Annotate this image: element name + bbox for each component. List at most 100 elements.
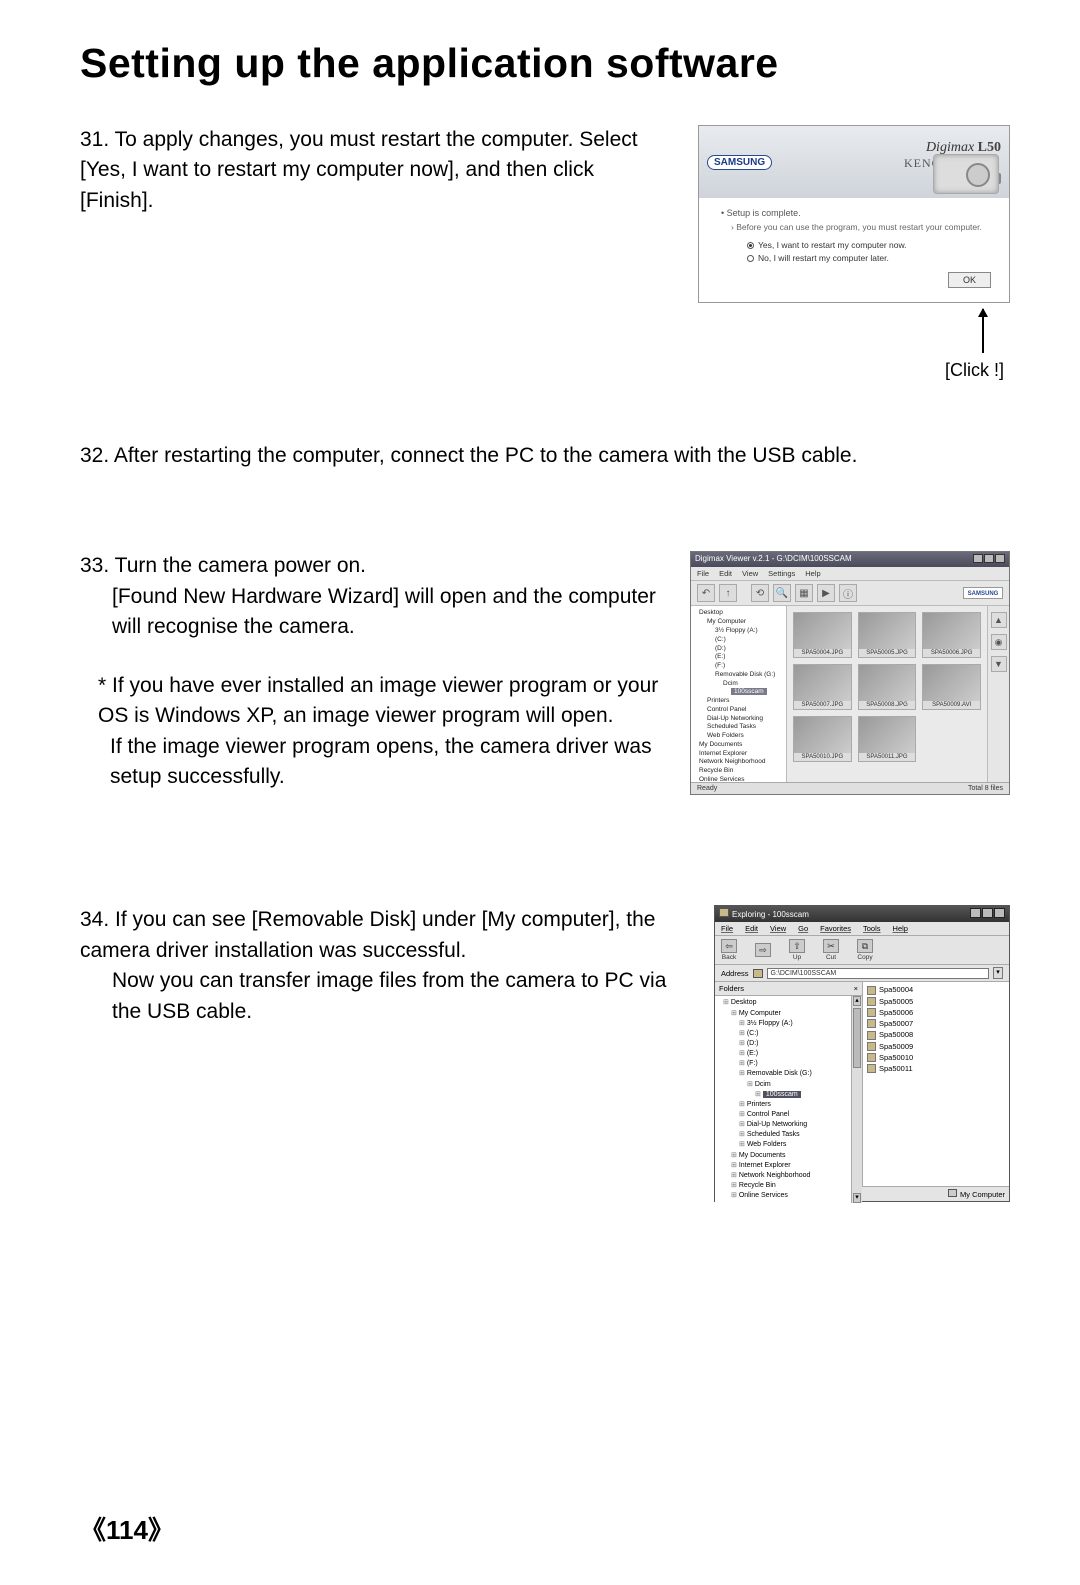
tree-node[interactable]: ⊞ Scheduled Tasks [717, 1130, 849, 1140]
tree-node[interactable]: ⊞ (F:) [717, 1059, 849, 1069]
tree-node[interactable]: Control Panel [693, 706, 784, 715]
tool-grid-icon[interactable]: ▦ [795, 584, 813, 602]
tool-slide-icon[interactable]: ▶ [817, 584, 835, 602]
viewer-toolbar[interactable]: ↶ ↑ ⟲ 🔍 ▦ ▶ ⓘ SAMSUNG [691, 580, 1009, 606]
menu-item[interactable]: Favorites [820, 924, 851, 933]
close-panel-icon[interactable]: × [854, 984, 858, 993]
tree-node[interactable]: (F:) [693, 662, 784, 671]
viewer-thumbnails[interactable]: SPA50004.JPGSPA50005.JPGSPA50006.JPGSPA5… [787, 606, 987, 782]
tree-node[interactable]: Recycle Bin [693, 767, 784, 776]
thumbnail[interactable]: SPA50006.JPG [922, 612, 981, 658]
thumbnail[interactable]: SPA50008.JPG [858, 664, 917, 710]
tree-node[interactable]: ⊞ Desktop [717, 998, 849, 1008]
explorer-toolbar[interactable]: ⇦Back ⇨ ⇧Up ✂Cut ⧉Copy [715, 935, 1009, 965]
tree-node[interactable]: ⊞ (D:) [717, 1039, 849, 1049]
thumbnail[interactable]: SPA50007.JPG [793, 664, 852, 710]
menu-item[interactable]: View [742, 569, 758, 578]
toolbar-button[interactable]: ✂Cut [823, 939, 839, 961]
thumbnail[interactable]: SPA50004.JPG [793, 612, 852, 658]
window-controls[interactable] [972, 554, 1005, 565]
side-up-icon[interactable]: ▲ [991, 612, 1007, 628]
tree-node[interactable]: ⊞ (C:) [717, 1029, 849, 1039]
tree-node[interactable]: ⊞ My Documents [717, 1151, 849, 1161]
menu-item[interactable]: File [697, 569, 709, 578]
tree-node[interactable]: (E:) [693, 653, 784, 662]
file-item[interactable]: Spa50004 [867, 984, 1005, 995]
tree-node[interactable]: (C:) [693, 636, 784, 645]
side-select-icon[interactable]: ◉ [991, 634, 1007, 650]
toolbar-button[interactable]: ⧉Copy [857, 939, 873, 961]
tree-node[interactable]: ⊞ Internet Explorer [717, 1161, 849, 1171]
tree-node[interactable]: ⊞ Network Neighborhood [717, 1171, 849, 1181]
menu-item[interactable]: Help [805, 569, 820, 578]
tool-back-icon[interactable]: ↶ [697, 584, 715, 602]
thumbnail[interactable]: SPA50009.AVI [922, 664, 981, 710]
thumbnail[interactable]: SPA50011.JPG [858, 716, 917, 762]
tree-node[interactable]: Printers [693, 697, 784, 706]
tree-node[interactable]: My Documents [693, 741, 784, 750]
tool-info-icon[interactable]: ⓘ [839, 584, 857, 602]
radio-restart-later[interactable]: No, I will restart my computer later. [747, 253, 991, 263]
address-dropdown-icon[interactable]: ▾ [993, 967, 1003, 979]
explorer-folder-tree[interactable]: ⊞ Desktop⊞ My Computer⊞ 3½ Floppy (A:)⊞ … [715, 996, 851, 1203]
menu-item[interactable]: Help [893, 924, 908, 933]
tree-node[interactable]: ⊞ Recycle Bin [717, 1181, 849, 1191]
menu-item[interactable]: Edit [745, 924, 758, 933]
menu-item[interactable]: Go [798, 924, 808, 933]
address-field[interactable]: G:\DCIM\100SSCAM [767, 968, 989, 979]
tree-node[interactable]: ⊞ Control Panel [717, 1110, 849, 1120]
tree-node[interactable]: ⊞ Web Folders [717, 1140, 849, 1150]
file-item[interactable]: Spa50009 [867, 1041, 1005, 1052]
menu-item[interactable]: Settings [768, 569, 795, 578]
tree-node[interactable]: Dial-Up Networking [693, 715, 784, 724]
tree-node[interactable]: Dcim [693, 680, 784, 689]
tool-zoom-icon[interactable]: 🔍 [773, 584, 791, 602]
thumbnail[interactable]: SPA50010.JPG [793, 716, 852, 762]
tree-node[interactable]: 100sscam [693, 688, 784, 697]
viewer-side-toolbar[interactable]: ▲ ◉ ▼ [987, 606, 1009, 782]
ok-button[interactable]: OK [948, 272, 991, 288]
tool-rotate-icon[interactable]: ⟲ [751, 584, 769, 602]
tree-node[interactable]: Internet Explorer [693, 750, 784, 759]
tree-node[interactable]: Removable Disk (G:) [693, 671, 784, 680]
tree-node[interactable]: Online Services [693, 776, 784, 782]
toolbar-button[interactable]: ⇦Back [721, 939, 737, 961]
viewer-menubar[interactable]: File Edit View Settings Help [691, 567, 1009, 580]
tree-node[interactable]: (D:) [693, 645, 784, 654]
tree-node[interactable]: ⊞ (E:) [717, 1049, 849, 1059]
explorer-address-bar[interactable]: Address G:\DCIM\100SSCAM ▾ [715, 965, 1009, 982]
file-item[interactable]: Spa50007 [867, 1018, 1005, 1029]
toolbar-button[interactable]: ⇨ [755, 943, 771, 958]
tree-node[interactable]: ⊞ My Computer [717, 1009, 849, 1019]
side-down-icon[interactable]: ▼ [991, 656, 1007, 672]
menu-item[interactable]: Tools [863, 924, 881, 933]
tree-scrollbar[interactable]: ▴▾ [851, 996, 862, 1203]
file-item[interactable]: Spa50008 [867, 1029, 1005, 1040]
tree-node[interactable]: ⊞ Printers [717, 1100, 849, 1110]
menu-item[interactable]: View [770, 924, 786, 933]
viewer-folder-tree[interactable]: DesktopMy Computer3½ Floppy (A:)(C:)(D:)… [691, 606, 787, 782]
tree-node[interactable]: ⊞ Dcim [717, 1080, 849, 1090]
tool-up-icon[interactable]: ↑ [719, 584, 737, 602]
tree-node[interactable]: Desktop [693, 609, 784, 618]
tree-node[interactable]: ⊞ 3½ Floppy (A:) [717, 1019, 849, 1029]
radio-restart-now[interactable]: Yes, I want to restart my computer now. [747, 240, 991, 250]
file-item[interactable]: Spa50006 [867, 1007, 1005, 1018]
tree-node[interactable]: Network Neighborhood [693, 758, 784, 767]
explorer-file-list[interactable]: Spa50004Spa50005Spa50006Spa50007Spa50008… [863, 982, 1009, 1186]
menu-item[interactable]: File [721, 924, 733, 933]
tree-node[interactable]: Web Folders [693, 732, 784, 741]
tree-node[interactable]: ⊞ 100sscam [717, 1090, 849, 1100]
tree-node[interactable]: Scheduled Tasks [693, 723, 784, 732]
file-item[interactable]: Spa50005 [867, 996, 1005, 1007]
menu-item[interactable]: Edit [719, 569, 732, 578]
tree-node[interactable]: ⊞ Online Services [717, 1191, 849, 1201]
tree-node[interactable]: My Computer [693, 618, 784, 627]
toolbar-button[interactable]: ⇧Up [789, 939, 805, 961]
file-item[interactable]: Spa50010 [867, 1052, 1005, 1063]
tree-node[interactable]: 3½ Floppy (A:) [693, 627, 784, 636]
tree-node[interactable]: ⊞ Dial-Up Networking [717, 1120, 849, 1130]
thumbnail[interactable]: SPA50005.JPG [858, 612, 917, 658]
file-item[interactable]: Spa50011 [867, 1063, 1005, 1074]
window-controls[interactable] [969, 908, 1005, 920]
